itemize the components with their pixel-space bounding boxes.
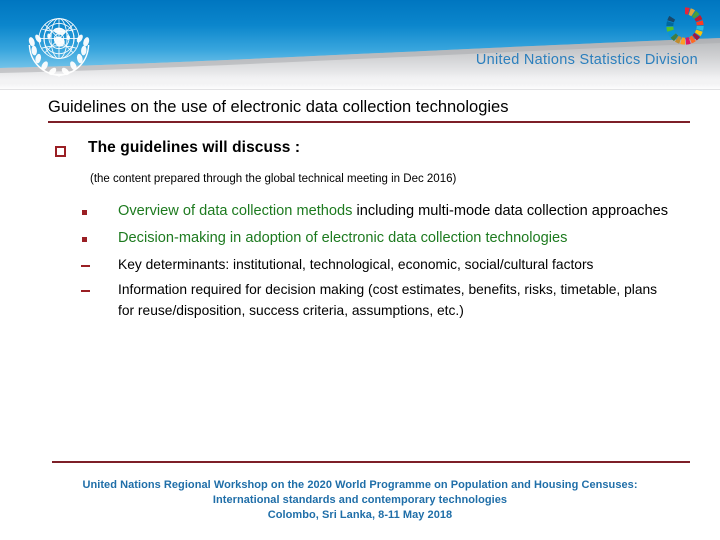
- level1-bullet-label: The guidelines will discuss :: [88, 139, 301, 156]
- dash-bullet-icon: [81, 265, 90, 267]
- list-item: Overview of data collection methods incl…: [0, 201, 720, 223]
- footer-line-2: International standards and contemporary…: [212, 494, 508, 506]
- list-item: Information required for decision making…: [0, 280, 720, 321]
- bullet-highlight-text: Decision-making in adoption of electroni…: [118, 230, 568, 246]
- filled-square-bullet-icon: [82, 210, 87, 215]
- un-emblem-icon: [28, 18, 90, 77]
- title-underline: [48, 121, 690, 123]
- bullet-text: Decision-making in adoption of electroni…: [118, 230, 567, 246]
- bullet-highlight-text: Overview of data collection methods: [118, 203, 353, 219]
- bullet-text: Overview of data collection methods incl…: [118, 203, 668, 219]
- bullet-text: Information required for decision making…: [118, 282, 658, 318]
- page-title: Guidelines on the use of electronic data…: [48, 98, 509, 116]
- header-fade: [0, 74, 720, 90]
- header-divider: [0, 89, 720, 90]
- list-item: Decision-making in adoption of electroni…: [0, 228, 720, 250]
- dash-bullet-icon: [81, 290, 90, 292]
- header-banner: United Nations Statistics Division: [0, 0, 720, 90]
- footer: United Nations Regional Workshop on the …: [0, 478, 720, 523]
- bullet-rest-text: including multi-mode data collection app…: [352, 203, 669, 219]
- sdg-color-wheel-icon: [666, 7, 704, 45]
- bullet-text: Key determinants: institutional, technol…: [118, 257, 594, 272]
- footer-line-1: United Nations Regional Workshop on the …: [82, 479, 638, 491]
- list-item: Key determinants: institutional, technol…: [0, 255, 720, 276]
- organization-name: United Nations Statistics Division: [475, 52, 698, 68]
- level1-bullet-item: The guidelines will discuss :: [0, 136, 720, 160]
- hollow-square-bullet-icon: [55, 146, 66, 157]
- slide-body: The guidelines will discuss : (the conte…: [0, 136, 720, 321]
- footer-divider: [52, 461, 690, 463]
- filled-square-bullet-icon: [82, 237, 87, 242]
- content-source-note: (the content prepared through the global…: [90, 173, 457, 185]
- footer-line-3: Colombo, Sri Lanka, 8-11 May 2018: [267, 509, 453, 521]
